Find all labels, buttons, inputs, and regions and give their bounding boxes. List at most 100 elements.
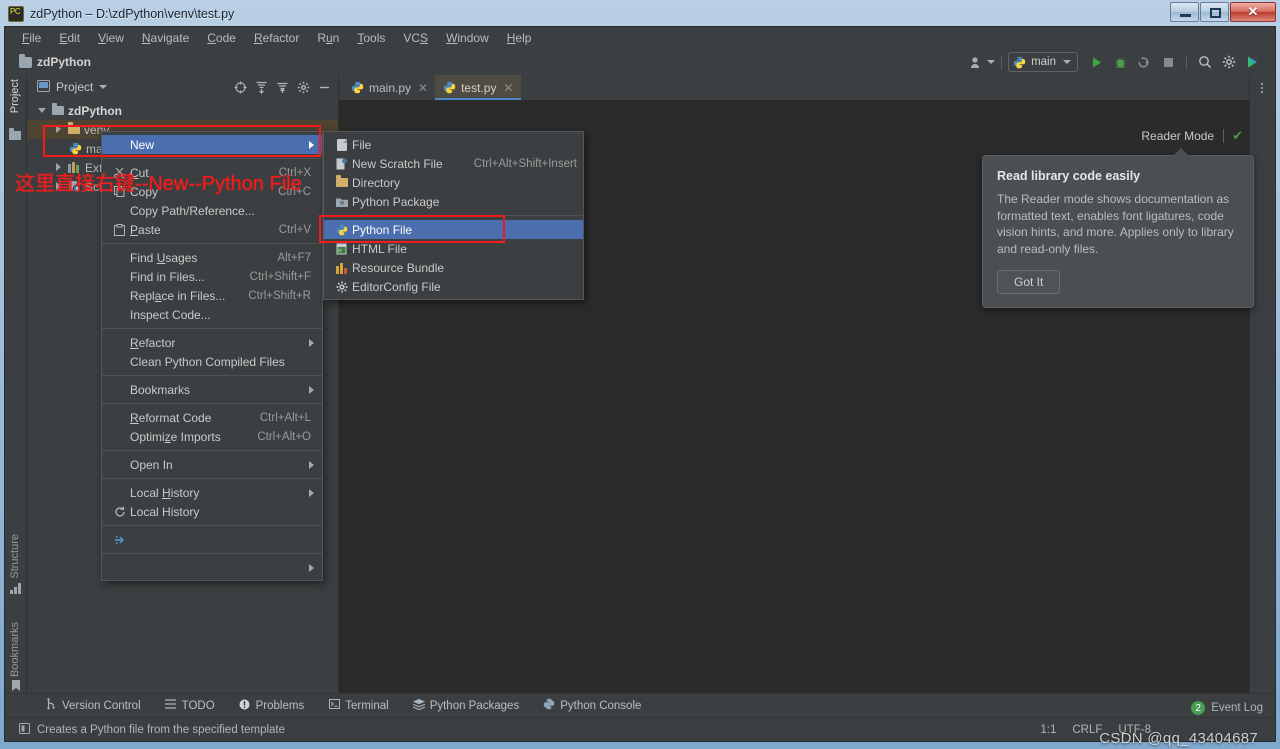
collapse-all-icon[interactable]: [273, 77, 292, 97]
project-panel-title: Project: [56, 80, 94, 94]
user-account-icon[interactable]: [965, 51, 989, 73]
context-menu-item-clean-compiled[interactable]: Clean Python Compiled Files: [102, 352, 322, 371]
close-icon[interactable]: ✕: [418, 81, 428, 95]
context-menu-item-accel: Ctrl+Shift+R: [248, 289, 311, 302]
submenu-item-editorconfig-file[interactable]: EditorConfig File: [324, 277, 583, 296]
editor-tab-testpy[interactable]: test.py ✕: [435, 75, 521, 100]
context-menu-item-reformat-code[interactable]: Reformat Code Ctrl+Alt+L: [102, 408, 322, 427]
context-menu-item-local-history[interactable]: Local History: [102, 483, 322, 502]
context-menu-item-compare-with[interactable]: [102, 530, 322, 549]
context-menu-item-inspect-code[interactable]: Inspect Code...: [102, 305, 322, 324]
got-it-button[interactable]: Got It: [997, 270, 1061, 294]
ide-updates-icon[interactable]: [1241, 51, 1265, 73]
bottom-tab-python-console[interactable]: Python Console: [541, 698, 653, 713]
menu-view[interactable]: View: [89, 29, 133, 47]
run-coverage-icon[interactable]: [1132, 51, 1156, 73]
context-menu-item-find-usages[interactable]: Find Usages Alt+F7: [102, 248, 322, 267]
context-menu-item-copy-path[interactable]: Copy Path/Reference...: [102, 201, 322, 220]
context-menu-item-reload-from-disk[interactable]: Local History: [102, 502, 322, 521]
search-everywhere-icon[interactable]: [1193, 51, 1217, 73]
expand-all-icon[interactable]: [252, 77, 271, 97]
menu-navigate[interactable]: Navigate: [133, 29, 198, 47]
context-menu: New Cut Ctrl+X Copy Ctrl+C Copy Path/Ref…: [101, 131, 323, 581]
close-button[interactable]: ✕: [1230, 2, 1276, 22]
debug-icon[interactable]: [1108, 51, 1132, 73]
user-account-caret-icon[interactable]: [987, 60, 996, 64]
tree-row-zdpython[interactable]: zdPython: [27, 101, 338, 120]
editor-tab-mainpy[interactable]: main.py ✕: [343, 75, 435, 100]
menu-vcs[interactable]: VCS: [394, 29, 437, 47]
minimize-button[interactable]: [1170, 2, 1199, 22]
context-menu-item-accel: Ctrl+Alt+O: [257, 430, 311, 443]
options-gear-icon[interactable]: [294, 77, 313, 97]
bottom-tab-todo[interactable]: TODO: [163, 699, 227, 712]
context-menu-item-refactor[interactable]: Refactor: [102, 333, 322, 352]
run-configuration-selector[interactable]: main: [1008, 52, 1078, 72]
menu-edit[interactable]: Edit: [50, 29, 89, 47]
context-menu-item-replace-in-files[interactable]: Replace in Files... Ctrl+Shift+R: [102, 286, 322, 305]
settings-gear-icon[interactable]: [1217, 51, 1241, 73]
menu-window[interactable]: Window: [437, 29, 498, 47]
close-icon[interactable]: ✕: [503, 81, 513, 95]
window-frame: zdPython – D:\zdPython\venv\test.py ✕ Fi…: [0, 0, 1280, 749]
context-menu-item-label: Optimize Imports: [130, 429, 221, 444]
more-options-icon[interactable]: [1255, 79, 1269, 97]
sidebar-item-structure[interactable]: Structure: [5, 530, 26, 583]
menu-code[interactable]: Code: [198, 29, 245, 47]
breadcrumb[interactable]: zdPython: [19, 53, 91, 69]
context-menu-item-optimize-imports[interactable]: Optimize Imports Ctrl+Alt+O: [102, 427, 322, 446]
project-icon: [9, 128, 21, 143]
menu-refactor[interactable]: Refactor: [245, 29, 308, 47]
checkmark-icon[interactable]: ✔: [1232, 128, 1243, 144]
menu-file[interactable]: File: [13, 29, 50, 47]
menu-run[interactable]: Run: [308, 29, 348, 47]
menu-help[interactable]: Help: [498, 29, 541, 47]
menu-tools[interactable]: Tools: [348, 29, 394, 47]
reload-icon: [112, 506, 127, 518]
context-menu-item-paste[interactable]: Paste Ctrl+V: [102, 220, 322, 239]
chevron-down-icon: [1063, 60, 1071, 64]
chevron-right-icon[interactable]: [53, 124, 64, 135]
submenu-item-html-file[interactable]: H HTML File: [324, 239, 583, 258]
sidebar-item-bookmarks[interactable]: Bookmarks: [5, 618, 26, 681]
context-menu-item-new[interactable]: New: [102, 135, 322, 154]
bottom-tab-problems[interactable]: Problems: [237, 699, 317, 713]
submenu-item-label: EditorConfig File: [352, 279, 441, 294]
reader-mode-inlay[interactable]: Reader Mode ✔: [1141, 128, 1243, 144]
submenu-item-file[interactable]: File: [324, 135, 583, 154]
bottom-tab-label: Terminal: [345, 699, 389, 712]
submenu-item-new-scratch-file[interactable]: New Scratch File Ctrl+Alt+Shift+Insert: [324, 154, 583, 173]
context-menu-item-label: Replace in Files...: [130, 288, 226, 303]
bottom-tab-version-control[interactable]: Version Control: [43, 698, 153, 713]
context-menu-item-find-in-files[interactable]: Find in Files... Ctrl+Shift+F: [102, 267, 322, 286]
context-menu-item-bookmarks[interactable]: Bookmarks: [102, 380, 322, 399]
project-panel-actions: [231, 75, 334, 99]
python-file-icon: [351, 81, 364, 94]
structure-icon: [10, 583, 21, 597]
line-separator[interactable]: CRLF: [1072, 724, 1102, 736]
sidebar-item-label: Bookmarks: [9, 621, 21, 677]
context-menu-item-open-in[interactable]: Open In: [102, 455, 322, 474]
chevron-down-icon[interactable]: [37, 105, 48, 116]
context-menu-item-mark-directory-as[interactable]: [102, 558, 322, 577]
run-icon[interactable]: [1084, 51, 1108, 73]
context-menu-item-label: Reformat Code: [130, 410, 212, 425]
bottom-tab-terminal[interactable]: Terminal: [326, 699, 400, 712]
maximize-button[interactable]: [1200, 2, 1229, 22]
bottom-tab-python-packages[interactable]: Python Packages: [411, 698, 532, 713]
submenu-item-python-package[interactable]: Python Package: [324, 192, 583, 211]
hide-panel-icon[interactable]: [315, 77, 334, 97]
select-opened-file-icon[interactable]: [231, 77, 250, 97]
python-file-icon: [1013, 56, 1026, 69]
submenu-item-resource-bundle[interactable]: Resource Bundle: [324, 258, 583, 277]
context-menu-item-label: New: [130, 137, 155, 152]
submenu-item-python-file[interactable]: Python File: [324, 220, 583, 239]
event-log-button[interactable]: 2 Event Log: [1191, 701, 1263, 715]
caret-position[interactable]: 1:1: [1040, 724, 1056, 736]
submenu-item-accel: Ctrl+Alt+Shift+Insert: [473, 157, 577, 170]
submenu-item-directory[interactable]: Directory: [324, 173, 583, 192]
stop-icon[interactable]: [1156, 51, 1180, 73]
sidebar-item-project[interactable]: Project: [5, 75, 26, 117]
window-controls: ✕: [1169, 2, 1276, 22]
chevron-down-icon[interactable]: [99, 85, 108, 89]
